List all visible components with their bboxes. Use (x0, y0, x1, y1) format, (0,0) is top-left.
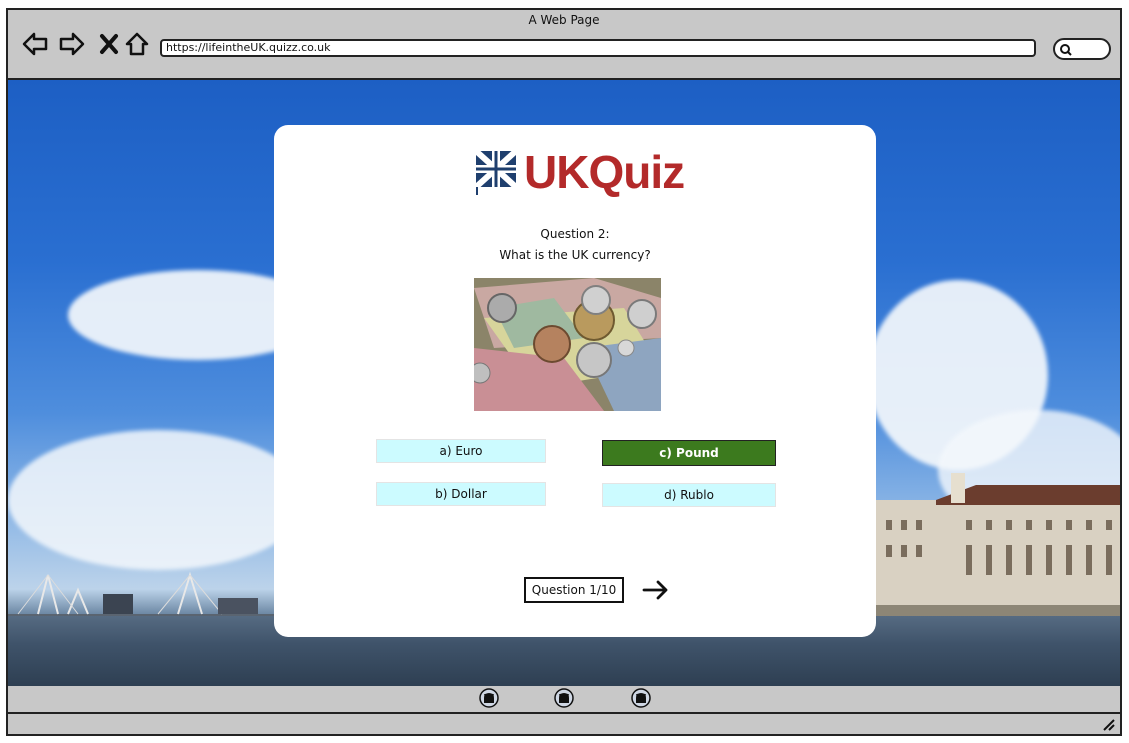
window-title: A Web Page (528, 13, 600, 27)
uk-quiz-logo: UKQuiz (473, 146, 685, 199)
close-icon[interactable] (96, 30, 124, 58)
github-icon[interactable] (479, 688, 499, 708)
page-viewport: UKQuiz Question 2: What is the UK curren… (8, 80, 1120, 686)
next-arrow-icon[interactable] (642, 577, 670, 603)
answer-c-button[interactable]: c) Pound (602, 440, 776, 466)
browser-window: A Web Page https://lifeintheUK.quizz.co.… (6, 8, 1122, 736)
search-box[interactable] (1053, 38, 1111, 60)
currency-photo (474, 278, 661, 411)
logo-text: UKQuiz (524, 146, 685, 198)
building-facade (876, 473, 1120, 625)
github-icon[interactable] (631, 688, 651, 708)
cloud (8, 430, 308, 570)
browser-statusbar (8, 712, 1120, 734)
github-icon[interactable] (554, 688, 574, 708)
footer-icons (8, 686, 1120, 710)
search-icon (1060, 44, 1072, 56)
union-flag-icon (473, 148, 519, 195)
forward-icon[interactable] (58, 30, 86, 58)
url-bar[interactable]: https://lifeintheUK.quizz.co.uk (160, 39, 1036, 57)
home-icon[interactable] (123, 30, 151, 58)
answer-b-button[interactable]: b) Dollar (376, 482, 546, 506)
question-text: What is the UK currency? (499, 248, 651, 262)
answer-d-button[interactable]: d) Rublo (602, 483, 776, 507)
question-number: Question 2: (540, 227, 610, 241)
resize-grip-icon[interactable] (1102, 718, 1116, 732)
answer-a-button[interactable]: a) Euro (376, 439, 546, 463)
quiz-card: UKQuiz Question 2: What is the UK curren… (274, 125, 876, 637)
browser-titlebar: A Web Page https://lifeintheUK.quizz.co.… (8, 10, 1120, 80)
question-counter: Question 1/10 (524, 577, 624, 603)
back-icon[interactable] (21, 30, 49, 58)
